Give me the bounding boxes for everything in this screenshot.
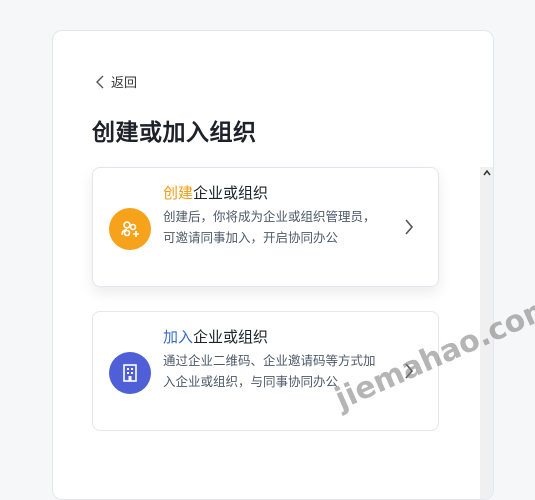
chevron-right-icon	[405, 363, 414, 379]
org-card: 返回 创建或加入组织 创建企业或组织 创建后，你将成为企业或组织管理员，可邀请同…	[52, 30, 494, 500]
back-button[interactable]: 返回	[95, 72, 137, 91]
join-option-title: 加入企业或组织	[163, 328, 269, 346]
building-icon	[109, 352, 151, 394]
create-option-description: 创建后，你将成为企业或组织管理员，可邀请同事加入，开启协同办公	[163, 209, 376, 245]
page-title: 创建或加入组织	[92, 120, 257, 146]
scrollbar[interactable]	[480, 167, 493, 499]
create-option-title: 创建企业或组织	[163, 184, 269, 202]
chevron-left-icon	[96, 75, 104, 88]
create-org-option[interactable]: 创建企业或组织 创建后，你将成为企业或组织管理员，可邀请同事加入，开启协同办公	[92, 167, 439, 287]
chevron-right-icon	[405, 219, 414, 235]
join-option-description: 通过企业二维码、企业邀请码等方式加入企业或组织，与同事协同办公	[163, 353, 376, 389]
scroll-up-icon[interactable]	[483, 169, 491, 177]
join-org-option[interactable]: 加入企业或组织 通过企业二维码、企业邀请码等方式加入企业或组织，与同事协同办公	[92, 311, 439, 431]
back-label: 返回	[111, 76, 138, 91]
team-add-icon	[109, 208, 151, 250]
